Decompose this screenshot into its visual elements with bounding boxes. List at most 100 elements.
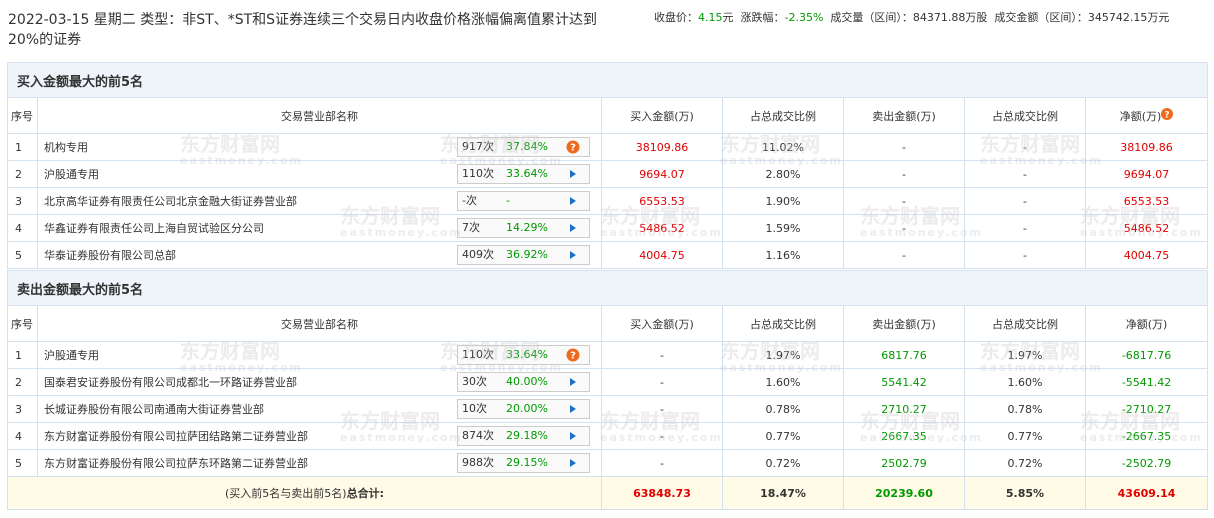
volume-label: 成交量（区间）：: [830, 11, 913, 24]
dept-stat-box[interactable]: 110次 33.64%?: [457, 345, 590, 365]
buy-section-title: 买入金额最大的前5名: [6, 62, 1209, 98]
change-label: 涨跌幅：: [740, 11, 785, 24]
help-icon[interactable]: ?: [1161, 107, 1174, 120]
total-buy: 63848.73: [601, 476, 723, 510]
sell-amount: 2502.79: [843, 449, 965, 477]
dept-stat-box[interactable]: 30次 40.00%: [457, 372, 590, 392]
play-arrow-icon[interactable]: [566, 248, 580, 262]
row-seq: 4: [7, 214, 38, 242]
row-seq: 1: [7, 133, 38, 161]
play-arrow-icon[interactable]: [566, 167, 580, 181]
dept-name-link[interactable]: 国泰君安证券股份有限公司成都北一环路证券营业部: [44, 376, 297, 389]
net-amount: -2502.79: [1084, 449, 1209, 477]
dept-stat-box[interactable]: -次 -: [457, 191, 590, 211]
dept-name-link[interactable]: 沪股通专用: [44, 349, 99, 362]
dept-cell: 北京高华证券有限责任公司北京金融大街证券营业部 -次 -: [37, 187, 602, 215]
buy-row: 3 北京高华证券有限责任公司北京金融大街证券营业部 -次 -6553.53 1.90% -…: [7, 187, 1209, 215]
total-row: (买入前5名与卖出前5名)总合计: 63848.73 18.47% 20239.…: [7, 476, 1209, 510]
sell-ratio: 0.72%: [964, 449, 1086, 477]
col-net: 净额(万)?: [1084, 97, 1209, 134]
buy-ratio: 1.59%: [722, 214, 844, 242]
sell-amount: -: [843, 214, 965, 242]
svg-text:?: ?: [1165, 110, 1170, 120]
buy-amount: -: [601, 368, 723, 396]
dept-name-link[interactable]: 机构专用: [44, 141, 88, 154]
row-seq: 2: [7, 368, 38, 396]
sell-ratio: -: [964, 133, 1086, 161]
dept-rate: 33.64%: [506, 167, 548, 180]
sell-section-title: 卖出金额最大的前5名: [6, 270, 1209, 306]
play-arrow-icon[interactable]: [566, 429, 580, 443]
svg-text:?: ?: [570, 143, 576, 154]
dept-stat-box[interactable]: 409次 36.92%: [457, 245, 590, 265]
sell-amount: 6817.76: [843, 341, 965, 369]
buy-amount: -: [601, 449, 723, 477]
buy-ratio: 1.16%: [722, 241, 844, 269]
row-seq: 5: [7, 449, 38, 477]
dept-cell: 华鑫证券有限责任公司上海自贸试验区分公司 7次 14.29%: [37, 214, 602, 242]
sell-ratio: -: [964, 214, 1086, 242]
dept-stat-box[interactable]: 874次 29.18%: [457, 426, 590, 446]
buy-row: 4 华鑫证券有限责任公司上海自贸试验区分公司 7次 14.29% 5486.52 1.59…: [7, 214, 1209, 242]
change-value: -2.35%: [784, 11, 824, 24]
buy-amount: 4004.75: [601, 241, 723, 269]
col-seq: 序号: [7, 305, 38, 342]
sell-ratio: 0.78%: [964, 395, 1086, 423]
net-amount: -5541.42: [1084, 368, 1209, 396]
sell-amount: 2710.27: [843, 395, 965, 423]
sell-amount: -: [843, 241, 965, 269]
play-arrow-icon[interactable]: [566, 194, 580, 208]
net-amount: 4004.75: [1084, 241, 1209, 269]
sell-row: 5 东方财富证券股份有限公司拉萨东环路第二证券营业部 988次 29.15% - 0.72…: [7, 449, 1209, 477]
dept-cell: 东方财富证券股份有限公司拉萨团结路第二证券营业部 874次 29.18%: [37, 422, 602, 450]
sell-ratio: 1.60%: [964, 368, 1086, 396]
dept-stat-box[interactable]: 10次 20.00%: [457, 399, 590, 419]
dept-stat-box[interactable]: 988次 29.15%: [457, 453, 590, 473]
play-arrow-icon[interactable]: [566, 456, 580, 470]
total-sell-ratio: 5.85%: [964, 476, 1086, 510]
buy-table: 买入金额最大的前5名 序号 交易营业部名称 买入金额(万) 占总成交比例 卖出金…: [6, 62, 1209, 269]
buy-row: 2 沪股通专用 110次 33.64% 9694.07 2.80% - -9694.07: [7, 160, 1209, 188]
play-arrow-icon[interactable]: [566, 402, 580, 416]
dept-name-link[interactable]: 沪股通专用: [44, 168, 99, 181]
dept-cell: 沪股通专用 110次 33.64%?: [37, 341, 602, 369]
dept-rate: 20.00%: [506, 402, 548, 415]
sell-amount: -: [843, 133, 965, 161]
row-seq: 3: [7, 187, 38, 215]
play-arrow-icon[interactable]: [566, 221, 580, 235]
row-seq: 1: [7, 341, 38, 369]
dept-name-link[interactable]: 东方财富证券股份有限公司拉萨东环路第二证券营业部: [44, 457, 308, 470]
dept-name-link[interactable]: 东方财富证券股份有限公司拉萨团结路第二证券营业部: [44, 430, 308, 443]
total-label-prefix: (买入前5名与卖出前5名): [225, 487, 347, 500]
dept-stat-box[interactable]: 917次 37.84%?: [457, 137, 590, 157]
svg-text:?: ?: [570, 351, 576, 362]
quote-summary: 收盘价：4.15元 涨跌幅：-2.35% 成交量（区间）：84371.88万股 …: [654, 11, 1169, 25]
play-arrow-icon[interactable]: [566, 375, 580, 389]
dept-stat-box[interactable]: 110次 33.64%: [457, 164, 590, 184]
net-amount: 38109.86: [1084, 133, 1209, 161]
dept-cell: 长城证券股份有限公司南通南大街证券营业部 10次 20.00%: [37, 395, 602, 423]
col-buy: 买入金额(万): [601, 305, 723, 342]
dept-name-link[interactable]: 华鑫证券有限责任公司上海自贸试验区分公司: [44, 222, 264, 235]
dept-count: 110次: [462, 348, 494, 361]
sell-amount: 2667.35: [843, 422, 965, 450]
dept-stat-box[interactable]: 7次 14.29%: [457, 218, 590, 238]
buy-row: 1 机构专用 917次 37.84%? 38109.86 11.02% - -38109.86: [7, 133, 1209, 161]
dept-count: 874次: [462, 429, 494, 442]
col-dept: 交易营业部名称: [37, 97, 602, 134]
question-icon[interactable]: ?: [566, 348, 580, 362]
dept-rate: 29.18%: [506, 429, 548, 442]
dept-rate: 14.29%: [506, 221, 548, 234]
buy-amount: 5486.52: [601, 214, 723, 242]
buy-amount: 6553.53: [601, 187, 723, 215]
dept-name-link[interactable]: 华泰证券股份有限公司总部: [44, 249, 176, 262]
net-amount: 9694.07: [1084, 160, 1209, 188]
total-buy-ratio: 18.47%: [722, 476, 844, 510]
dept-name-link[interactable]: 长城证券股份有限公司南通南大街证券营业部: [44, 403, 264, 416]
buy-ratio: 1.60%: [722, 368, 844, 396]
buy-amount: 38109.86: [601, 133, 723, 161]
dept-cell: 华泰证券股份有限公司总部 409次 36.92%: [37, 241, 602, 269]
dept-name-link[interactable]: 北京高华证券有限责任公司北京金融大街证券营业部: [44, 195, 297, 208]
question-icon[interactable]: ?: [566, 140, 580, 154]
sell-row: 4 东方财富证券股份有限公司拉萨团结路第二证券营业部 874次 29.18% -0.77…: [7, 422, 1209, 450]
